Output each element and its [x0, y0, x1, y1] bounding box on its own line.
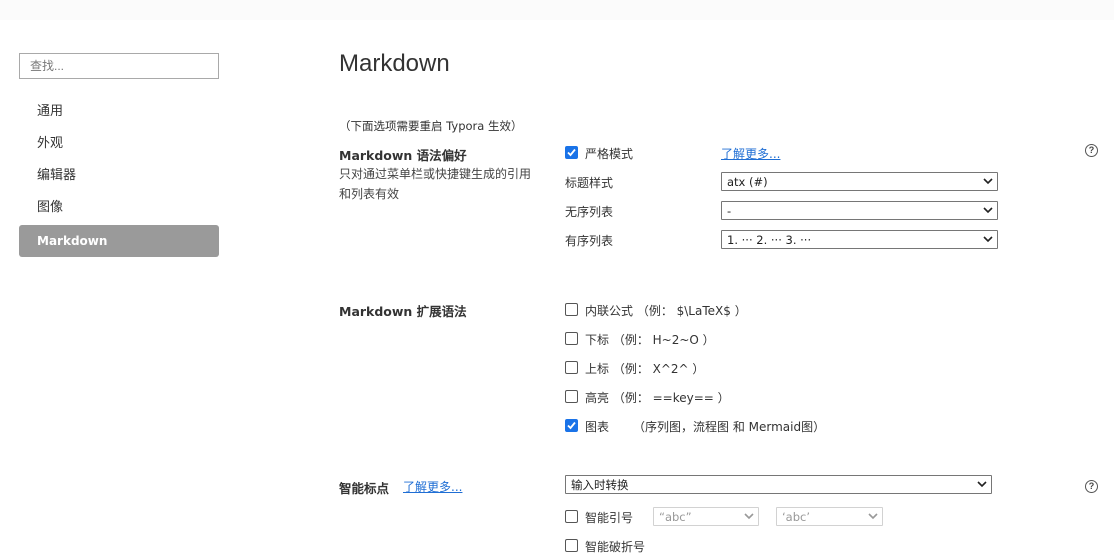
smart-dashes-checkbox[interactable]	[565, 539, 578, 552]
syntax-pref-desc-line1: 只对通过菜单栏或快捷键生成的引用	[339, 167, 532, 181]
strict-mode-checkbox[interactable]	[565, 146, 578, 159]
subscript-checkbox[interactable]	[565, 332, 578, 345]
sidebar-item-general[interactable]: 通用	[19, 96, 219, 128]
smart-quotes-label: 智能引号	[585, 511, 634, 525]
superscript-label: 上标 （例： X^2^ ）	[585, 362, 705, 376]
smart-quotes-checkbox[interactable]	[565, 510, 578, 523]
help-icon[interactable]: ?	[1085, 480, 1098, 493]
unordered-list-label: 无序列表	[565, 205, 614, 219]
chevron-down-icon	[983, 207, 993, 214]
help-icon[interactable]: ?	[1085, 144, 1098, 157]
smart-punct-title: 智能标点	[339, 481, 390, 496]
diagrams-label: 图表	[585, 420, 610, 434]
ordered-list-select[interactable]: 1. ··· 2. ··· 3. ···	[721, 230, 998, 249]
smart-punct-mode-value: 输入时转换	[571, 478, 629, 492]
heading-style-select[interactable]: atx (#)	[721, 172, 998, 191]
search-input[interactable]	[19, 53, 219, 79]
strict-mode-label: 严格模式	[585, 147, 634, 161]
sidebar-item-image[interactable]: 图像	[19, 192, 219, 224]
chevron-down-icon	[977, 481, 987, 488]
heading-style-label: 标题样式	[565, 176, 614, 190]
diagrams-note: （序列图，流程图 和 Mermaid图）	[633, 420, 826, 434]
diagrams-checkbox[interactable]	[565, 419, 578, 432]
syntax-pref-desc-line2: 和列表有效	[339, 187, 400, 201]
single-quote-value: ‘abc’	[782, 510, 810, 524]
highlight-label: 高亮 （例： ==key== ）	[585, 391, 730, 405]
inline-math-checkbox[interactable]	[565, 303, 578, 316]
subscript-label: 下标 （例： H~2~O ）	[585, 333, 715, 347]
ordered-list-label: 有序列表	[565, 234, 614, 248]
heading-style-value: atx (#)	[727, 175, 768, 189]
restart-note: （下面选项需要重启 Typora 生效）	[339, 119, 523, 133]
strict-mode-learn-more-link[interactable]: 了解更多...	[721, 145, 780, 162]
smart-punct-mode-select[interactable]: 输入时转换	[565, 475, 992, 494]
sidebar-item-appearance[interactable]: 外观	[19, 128, 219, 160]
smart-punct-learn-more-link[interactable]: 了解更多...	[403, 478, 462, 495]
double-quote-value: “abc”	[659, 510, 692, 524]
superscript-checkbox[interactable]	[565, 361, 578, 374]
sidebar-item-editor[interactable]: 编辑器	[19, 160, 219, 192]
smart-dashes-label: 智能破折号	[585, 540, 646, 554]
highlight-checkbox[interactable]	[565, 390, 578, 403]
unordered-list-select[interactable]: -	[721, 201, 998, 220]
window-top-strip	[0, 0, 1114, 20]
check-icon	[567, 148, 576, 157]
single-quote-select[interactable]: ‘abc’	[776, 507, 883, 526]
extended-syntax-title: Markdown 扩展语法	[339, 304, 467, 319]
unordered-list-value: -	[727, 204, 732, 218]
ordered-list-value: 1. ··· 2. ··· 3. ···	[727, 233, 812, 247]
chevron-down-icon	[868, 513, 878, 520]
double-quote-select[interactable]: “abc”	[653, 507, 759, 526]
sidebar-item-markdown[interactable]: Markdown	[19, 225, 219, 257]
inline-math-label: 内联公式 （例： $\LaTeX$ ）	[585, 304, 747, 318]
syntax-pref-title: Markdown 语法偏好	[339, 148, 467, 163]
page-title: Markdown	[339, 50, 450, 77]
chevron-down-icon	[744, 513, 754, 520]
chevron-down-icon	[983, 236, 993, 243]
check-icon	[567, 421, 576, 430]
chevron-down-icon	[983, 178, 993, 185]
